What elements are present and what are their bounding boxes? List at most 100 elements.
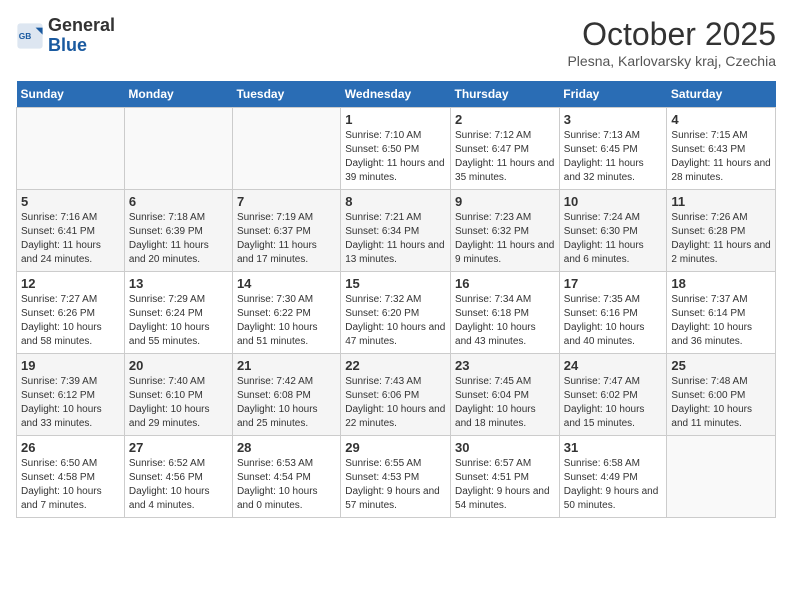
weekday-header: Wednesday [341, 81, 451, 108]
svg-text:GB: GB [19, 31, 32, 41]
day-info: Sunrise: 7:23 AMSunset: 6:32 PMDaylight:… [455, 211, 555, 267]
day-number: 14 [237, 276, 336, 291]
day-info: Sunrise: 7:48 AMSunset: 6:00 PMDaylight:… [671, 375, 771, 431]
day-number: 15 [345, 276, 446, 291]
calendar-day-cell: 17Sunrise: 7:35 AMSunset: 6:16 PMDayligh… [559, 272, 667, 354]
day-number: 1 [345, 112, 446, 127]
day-info: Sunrise: 7:32 AMSunset: 6:20 PMDaylight:… [345, 293, 446, 349]
calendar-day-cell: 24 Sunrise: 7:47 AMSunset: 6:02 PMDayligh… [559, 354, 667, 436]
calendar-day-cell: 6 Sunrise: 7:18 AMSunset: 6:39 PMDaylight… [124, 190, 232, 272]
day-info: Sunrise: 7:37 AMSunset: 6:14 PMDaylight:… [671, 293, 771, 349]
page-header: GB General Blue October 2025 Plesna, Kar… [16, 16, 776, 69]
day-info: Sunrise: 7:45 AMSunset: 6:04 PMDaylight:… [455, 375, 555, 431]
day-number: 19 [21, 358, 120, 373]
day-info: Sunrise: 7:16 AMSunset: 6:41 PMDaylight:… [21, 211, 120, 267]
calendar-week-row: 19 Sunrise: 7:39 AMSunset: 6:12 PMDayligh… [17, 354, 776, 436]
day-number: 6 [129, 194, 228, 209]
day-info: Sunrise: 6:55 AMSunset: 4:53 PMDaylight:… [345, 457, 446, 513]
calendar-day-cell: 30 Sunrise: 6:57 AMSunset: 4:51 PMDayligh… [451, 436, 560, 518]
day-number: 30 [455, 440, 555, 455]
day-number: 24 [564, 358, 663, 373]
day-info: Sunrise: 7:24 AMSunset: 6:30 PMDaylight:… [564, 211, 663, 267]
day-info: Sunrise: 7:29 AMSunset: 6:24 PMDaylight:… [129, 293, 228, 349]
day-number: 13 [129, 276, 228, 291]
day-number: 8 [345, 194, 446, 209]
day-info: Sunrise: 7:42 AMSunset: 6:08 PMDaylight:… [237, 375, 336, 431]
location-subtitle: Plesna, Karlovarsky kraj, Czechia [567, 53, 776, 69]
logo: GB General Blue [16, 16, 115, 56]
weekday-header: Saturday [667, 81, 776, 108]
day-info: Sunrise: 7:30 AMSunset: 6:22 PMDaylight:… [237, 293, 336, 349]
day-number: 18 [671, 276, 771, 291]
calendar-day-cell: 8 Sunrise: 7:21 AMSunset: 6:34 PMDaylight… [341, 190, 451, 272]
day-info: Sunrise: 7:27 AMSunset: 6:26 PMDaylight:… [21, 293, 120, 349]
calendar-day-cell: 12 Sunrise: 7:27 AMSunset: 6:26 PMDayligh… [17, 272, 125, 354]
calendar-day-cell: 5 Sunrise: 7:16 AMSunset: 6:41 PMDaylight… [17, 190, 125, 272]
calendar-day-cell: 7 Sunrise: 7:19 AMSunset: 6:37 PMDaylight… [232, 190, 340, 272]
day-info: Sunrise: 7:15 AMSunset: 6:43 PMDaylight:… [671, 129, 771, 185]
calendar-table: SundayMondayTuesdayWednesdayThursdayFrid… [16, 81, 776, 518]
day-number: 23 [455, 358, 555, 373]
day-number: 16 [455, 276, 555, 291]
day-number: 12 [21, 276, 120, 291]
day-info: Sunrise: 7:21 AMSunset: 6:34 PMDaylight:… [345, 211, 446, 267]
day-info: Sunrise: 7:19 AMSunset: 6:37 PMDaylight:… [237, 211, 336, 267]
day-number: 20 [129, 358, 228, 373]
day-info: Sunrise: 7:47 AMSunset: 6:02 PMDaylight:… [564, 375, 663, 431]
day-number: 10 [564, 194, 663, 209]
calendar-day-cell: 31 Sunrise: 6:58 AMSunset: 4:49 PMDayligh… [559, 436, 667, 518]
day-info: Sunrise: 6:52 AMSunset: 4:56 PMDaylight:… [129, 457, 228, 513]
logo-blue: Blue [48, 36, 115, 56]
calendar-day-cell: 16 Sunrise: 7:34 AMSunset: 6:18 PMDayligh… [451, 272, 560, 354]
calendar-day-cell [124, 108, 232, 190]
calendar-day-cell: 2 Sunrise: 7:12 AMSunset: 6:47 PMDaylight… [451, 108, 560, 190]
calendar-day-cell: 29 Sunrise: 6:55 AMSunset: 4:53 PMDayligh… [341, 436, 451, 518]
day-number: 21 [237, 358, 336, 373]
day-number: 4 [671, 112, 771, 127]
calendar-week-row: 12 Sunrise: 7:27 AMSunset: 6:26 PMDayligh… [17, 272, 776, 354]
day-number: 25 [671, 358, 771, 373]
calendar-day-cell: 21 Sunrise: 7:42 AMSunset: 6:08 PMDayligh… [232, 354, 340, 436]
calendar-day-cell: 18 Sunrise: 7:37 AMSunset: 6:14 PMDayligh… [667, 272, 776, 354]
calendar-day-cell [667, 436, 776, 518]
calendar-day-cell: 10 Sunrise: 7:24 AMSunset: 6:30 PMDayligh… [559, 190, 667, 272]
day-info: Sunrise: 6:58 AMSunset: 4:49 PMDaylight:… [564, 457, 663, 513]
calendar-day-cell: 19 Sunrise: 7:39 AMSunset: 6:12 PMDayligh… [17, 354, 125, 436]
day-number: 26 [21, 440, 120, 455]
calendar-day-cell: 13 Sunrise: 7:29 AMSunset: 6:24 PMDayligh… [124, 272, 232, 354]
calendar-day-cell: 28Sunrise: 6:53 AMSunset: 4:54 PMDayligh… [232, 436, 340, 518]
day-number: 7 [237, 194, 336, 209]
calendar-day-cell: 14 Sunrise: 7:30 AMSunset: 6:22 PMDayligh… [232, 272, 340, 354]
title-block: October 2025 Plesna, Karlovarsky kraj, C… [567, 16, 776, 69]
weekday-header: Thursday [451, 81, 560, 108]
calendar-day-cell [17, 108, 125, 190]
day-number: 3 [564, 112, 663, 127]
day-number: 5 [21, 194, 120, 209]
calendar-day-cell: 3 Sunrise: 7:13 AMSunset: 6:45 PMDaylight… [559, 108, 667, 190]
calendar-day-cell: 25 Sunrise: 7:48 AMSunset: 6:00 PMDayligh… [667, 354, 776, 436]
day-info: Sunrise: 7:18 AMSunset: 6:39 PMDaylight:… [129, 211, 228, 267]
day-info: Sunrise: 7:34 AMSunset: 6:18 PMDaylight:… [455, 293, 555, 349]
day-number: 17 [564, 276, 663, 291]
day-info: Sunrise: 7:13 AMSunset: 6:45 PMDaylight:… [564, 129, 663, 185]
day-number: 31 [564, 440, 663, 455]
calendar-day-cell: 26Sunrise: 6:50 AMSunset: 4:58 PMDayligh… [17, 436, 125, 518]
day-number: 29 [345, 440, 446, 455]
calendar-day-cell: 27Sunrise: 6:52 AMSunset: 4:56 PMDayligh… [124, 436, 232, 518]
day-number: 2 [455, 112, 555, 127]
logo-icon: GB [16, 22, 44, 50]
month-title: October 2025 [567, 16, 776, 53]
day-info: Sunrise: 7:10 AMSunset: 6:50 PMDaylight:… [345, 129, 446, 185]
weekday-header: Tuesday [232, 81, 340, 108]
calendar-day-cell: 4 Sunrise: 7:15 AMSunset: 6:43 PMDaylight… [667, 108, 776, 190]
day-info: Sunrise: 6:53 AMSunset: 4:54 PMDaylight:… [237, 457, 336, 513]
calendar-week-row: 1 Sunrise: 7:10 AMSunset: 6:50 PMDaylight… [17, 108, 776, 190]
day-number: 9 [455, 194, 555, 209]
day-info: Sunrise: 7:39 AMSunset: 6:12 PMDaylight:… [21, 375, 120, 431]
calendar-day-cell: 9 Sunrise: 7:23 AMSunset: 6:32 PMDaylight… [451, 190, 560, 272]
calendar-day-cell: 22Sunrise: 7:43 AMSunset: 6:06 PMDayligh… [341, 354, 451, 436]
calendar-day-cell: 11Sunrise: 7:26 AMSunset: 6:28 PMDayligh… [667, 190, 776, 272]
calendar-day-cell: 1 Sunrise: 7:10 AMSunset: 6:50 PMDaylight… [341, 108, 451, 190]
day-info: Sunrise: 6:57 AMSunset: 4:51 PMDaylight:… [455, 457, 555, 513]
day-info: Sunrise: 7:12 AMSunset: 6:47 PMDaylight:… [455, 129, 555, 185]
